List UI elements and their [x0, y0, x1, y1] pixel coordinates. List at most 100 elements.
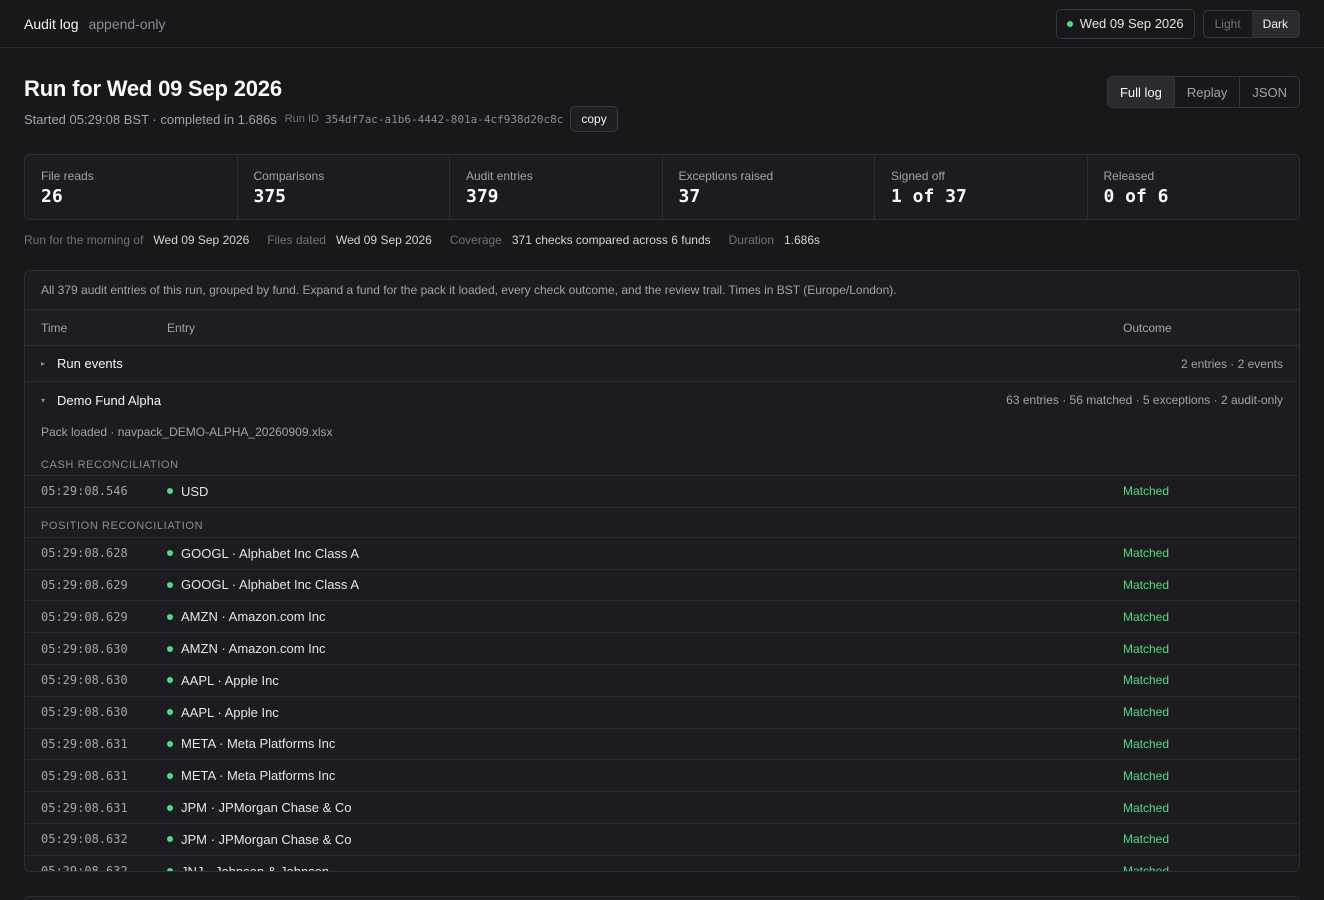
- matched-dot-icon: [167, 772, 173, 779]
- log-row[interactable]: 05:29:08.631 META · Meta Platforms Inc Mat…: [25, 760, 1299, 793]
- cash-rows: 05:29:08.546 USD Matched: [25, 476, 1299, 508]
- stat-label: Comparisons: [253, 169, 325, 183]
- row-outcome: Matched: [1123, 641, 1170, 656]
- row-time: 05:29:08.546: [41, 484, 128, 499]
- matched-dot-icon: [167, 677, 173, 684]
- app-title: Audit log: [24, 15, 79, 32]
- theme-toggle: Light Dark: [1202, 9, 1300, 38]
- log-row[interactable]: 05:29:08.631 META · Meta Platforms Inc Mat…: [25, 729, 1299, 761]
- row-entry-label: AMZN · Amazon.com Inc: [181, 641, 326, 657]
- row-entry: USD: [167, 484, 1123, 499]
- row-entry: AAPL · Apple Inc: [167, 705, 1123, 720]
- stat-value: 0 of 6: [1103, 186, 1169, 207]
- row-entry: AAPL · Apple Inc: [167, 673, 1123, 688]
- files-value: Wed 09 Sep 2026: [335, 233, 432, 247]
- run-started: Started 05:29:08 BST · completed in 1.68…: [24, 111, 277, 127]
- log-row[interactable]: 05:29:08.631 JPM · JPMorgan Chase & Co Mat…: [25, 792, 1299, 824]
- stat-file-reads: File reads 26: [25, 155, 237, 219]
- row-outcome: Matched: [1123, 577, 1170, 592]
- theme-light-button[interactable]: Light: [1204, 11, 1252, 37]
- row-time: 05:29:08.631: [41, 800, 128, 815]
- pack-loaded: Pack loaded · navpack_DEMO-ALPHA_2026090…: [41, 425, 333, 439]
- log-row[interactable]: 05:29:08.629 AMZN · Amazon.com Inc Matched: [25, 601, 1299, 634]
- next-panel-edge: [24, 896, 1300, 900]
- log-row[interactable]: 05:29:08.546 USD Matched: [25, 476, 1299, 508]
- morning-label: Run for the morning of: [24, 233, 144, 247]
- log-row[interactable]: 05:29:08.630 AAPL · Apple Inc Matched: [25, 697, 1299, 729]
- tab-json[interactable]: JSON: [1239, 77, 1299, 107]
- row-time: 05:29:08.632: [41, 864, 128, 872]
- row-outcome: Matched: [1123, 736, 1170, 751]
- matched-dot-icon: [167, 740, 173, 747]
- row-time: 05:29:08.629: [41, 577, 128, 592]
- matched-dot-icon: [167, 645, 173, 652]
- run-stats: File reads 26 Comparisons 375 Audit entr…: [24, 154, 1300, 220]
- position-rows: 05:29:08.628 GOOGL · Alphabet Inc Class A…: [25, 538, 1299, 872]
- date-picker-label: Wed 09 Sep 2026: [1079, 16, 1184, 31]
- row-entry-label: AMZN · Amazon.com Inc: [181, 609, 326, 625]
- log-row[interactable]: 05:29:08.632 JNJ · Johnson & Johnson Match…: [25, 856, 1299, 872]
- row-entry: META · Meta Platforms Inc: [167, 768, 1123, 783]
- stat-exceptions: Exceptions raised 37: [661, 155, 875, 219]
- row-entry-label: META · Meta Platforms Inc: [181, 736, 336, 752]
- section-cash-reconciliation: CASH RECONCILIATION: [25, 446, 1299, 476]
- log-row[interactable]: 05:29:08.628 GOOGL · Alphabet Inc Class A…: [25, 538, 1299, 570]
- matched-dot-icon: [167, 613, 173, 620]
- row-time: 05:29:08.630: [41, 641, 128, 656]
- matched-dot-icon: [167, 868, 173, 871]
- stat-value: 379: [466, 186, 499, 207]
- col-outcome: Outcome: [1123, 320, 1172, 335]
- group-summary: 2 entries · 2 events: [1180, 356, 1283, 371]
- stat-label: Released: [1103, 169, 1155, 183]
- stat-value: 375: [253, 186, 287, 207]
- files-label: Files dated: [267, 233, 326, 247]
- run-meta: Started 05:29:08 BST · completed in 1.68…: [24, 106, 618, 132]
- morning-value: Wed 09 Sep 2026: [153, 233, 250, 247]
- row-entry-label: USD: [181, 483, 209, 499]
- caret-down-icon: ▾: [41, 395, 46, 405]
- matched-dot-icon: [167, 488, 173, 495]
- run-id-value: 354df7ac-a1b6-4442-801a-4cf938d20c8c: [324, 112, 564, 126]
- stat-signed-off: Signed off 1 of 37: [874, 155, 1087, 219]
- row-time: 05:29:08.631: [41, 736, 128, 751]
- table-header: Time Entry Outcome: [25, 310, 1299, 346]
- caret-right-icon: ▸: [41, 359, 46, 368]
- stat-label: Audit entries: [466, 169, 533, 183]
- view-tabs: Full log Replay JSON: [1106, 76, 1300, 108]
- row-outcome: Matched: [1123, 800, 1170, 815]
- theme-dark-button[interactable]: Dark: [1251, 10, 1299, 37]
- row-entry: AMZN · Amazon.com Inc: [167, 641, 1123, 656]
- stat-released: Released 0 of 6: [1086, 155, 1300, 219]
- section-position-reconciliation: POSITION RECONCILIATION: [25, 508, 1299, 538]
- tab-replay[interactable]: Replay: [1173, 77, 1239, 107]
- row-time: 05:29:08.630: [41, 673, 128, 688]
- row-outcome: Matched: [1123, 864, 1170, 872]
- log-row[interactable]: 05:29:08.630 AMZN · Amazon.com Inc Matched: [25, 633, 1299, 665]
- group-name: Run events: [57, 356, 123, 371]
- row-outcome: Matched: [1123, 705, 1170, 720]
- stat-comparisons: Comparisons 375: [236, 155, 450, 219]
- row-entry-label: GOOGL · Alphabet Inc Class A: [181, 577, 359, 593]
- copy-run-id-button[interactable]: copy: [570, 106, 618, 132]
- duration-value: 1.686s: [784, 233, 821, 247]
- group-run-events[interactable]: ▸ Run events 2 entries · 2 events: [25, 346, 1299, 382]
- top-bar: Audit log append-only Wed 09 Sep 2026 Li…: [0, 0, 1324, 48]
- row-entry-label: META · Meta Platforms Inc: [181, 768, 336, 784]
- log-row[interactable]: 05:29:08.630 AAPL · Apple Inc Matched: [25, 665, 1299, 697]
- row-entry: JPM · JPMorgan Chase & Co: [167, 832, 1123, 847]
- row-entry: META · Meta Platforms Inc: [167, 736, 1123, 751]
- group-demo-fund-alpha[interactable]: ▾ Demo Fund Alpha 63 entries · 56 matche…: [25, 382, 1299, 418]
- stat-value: 37: [678, 186, 701, 207]
- stat-value: 1 of 37: [891, 186, 967, 207]
- matched-dot-icon: [167, 836, 173, 843]
- log-row[interactable]: 05:29:08.629 GOOGL · Alphabet Inc Class A…: [25, 570, 1299, 602]
- tab-full-log[interactable]: Full log: [1107, 77, 1174, 107]
- matched-dot-icon: [167, 550, 173, 557]
- date-picker[interactable]: Wed 09 Sep 2026: [1055, 8, 1195, 39]
- row-entry: GOOGL · Alphabet Inc Class A: [167, 546, 1123, 561]
- matched-dot-icon: [167, 804, 173, 811]
- row-outcome: Matched: [1123, 609, 1170, 624]
- matched-dot-icon: [167, 581, 173, 588]
- row-time: 05:29:08.628: [41, 546, 128, 561]
- log-row[interactable]: 05:29:08.632 JPM · JPMorgan Chase & Co Mat…: [25, 824, 1299, 856]
